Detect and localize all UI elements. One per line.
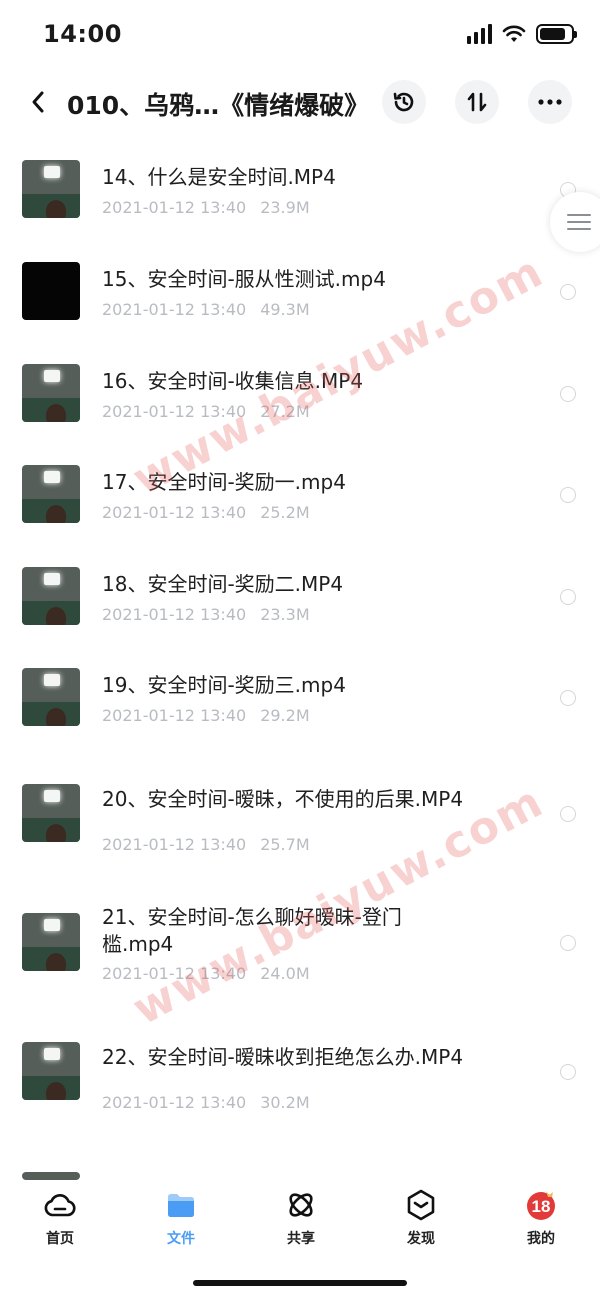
tab-label: 共享 [287, 1231, 315, 1247]
video-thumbnail [22, 465, 80, 523]
page-title: 010、乌鸦…《情绪爆破》 [67, 91, 370, 120]
status-time: 14:00 [43, 20, 122, 48]
file-date: 2021-01-12 13:40 [102, 198, 247, 217]
select-radio[interactable] [560, 935, 576, 951]
discover-icon [407, 1189, 435, 1221]
tab-label: 首页 [46, 1231, 74, 1247]
video-thumbnail [22, 262, 80, 320]
side-menu-handle[interactable] [550, 192, 600, 252]
cloud-icon [44, 1194, 76, 1217]
file-name: 20、安全时间-暧昧，不使用的后果.MP4 [102, 787, 464, 811]
file-meta: 2021-01-12 13:40 23.9M [102, 198, 310, 217]
tab-label: 我的 [527, 1231, 555, 1247]
file-meta: 2021-01-12 13:40 24.0M [102, 964, 310, 983]
file-meta: 2021-01-12 13:40 27.2M [102, 402, 310, 421]
video-thumbnail [22, 160, 80, 218]
select-radio[interactable] [560, 1064, 576, 1080]
history-button[interactable] [382, 80, 426, 124]
select-radio[interactable] [560, 690, 576, 706]
sort-icon [467, 92, 487, 112]
file-size: 25.7M [260, 835, 310, 854]
file-name: 18、安全时间-奖励二.MP4 [102, 572, 344, 596]
file-meta: 2021-01-12 13:40 49.3M [102, 300, 310, 319]
more-button[interactable] [528, 80, 572, 124]
file-date: 2021-01-12 13:40 [102, 1093, 247, 1112]
file-name: 16、安全时间-收集信息.MP4 [102, 369, 364, 393]
select-radio[interactable] [560, 806, 576, 822]
file-meta: 2021-01-12 13:40 25.2M [102, 503, 310, 522]
video-thumbnail [22, 913, 80, 971]
profile-badge-text: 18 [532, 1197, 551, 1216]
tab-discover[interactable]: 发现 [381, 1188, 461, 1248]
status-bar: 14:00 [0, 0, 600, 70]
file-meta: 2021-01-12 13:40 29.2M [102, 706, 310, 725]
select-radio[interactable] [560, 589, 576, 605]
tab-home[interactable]: 首页 [20, 1188, 100, 1248]
file-meta: 2021-01-12 13:40 23.3M [102, 605, 310, 624]
file-date: 2021-01-12 13:40 [102, 835, 247, 854]
file-name: 22、安全时间-暧昧收到拒绝怎么办.MP4 [102, 1045, 464, 1069]
file-size: 25.2M [260, 503, 310, 522]
file-date: 2021-01-12 13:40 [102, 402, 247, 421]
status-icons [467, 24, 577, 44]
wifi-icon [502, 25, 526, 42]
sort-button[interactable] [455, 80, 499, 124]
video-thumbnail [22, 567, 80, 625]
file-name: 21、安全时间-怎么聊好暧昧-登门槛.mp4 [102, 905, 402, 956]
video-thumbnail [22, 1042, 80, 1100]
select-radio[interactable] [560, 284, 576, 300]
hamburger-icon [567, 209, 591, 235]
file-date: 2021-01-12 13:40 [102, 706, 247, 725]
home-indicator [193, 1280, 407, 1286]
battery-icon [536, 24, 577, 44]
chevron-left-icon [32, 91, 44, 113]
file-size: 23.3M [260, 605, 310, 624]
file-name: 15、安全时间-服从性测试.mp4 [102, 267, 386, 291]
file-meta: 2021-01-12 13:40 25.7M [102, 835, 310, 854]
video-thumbnail [22, 1172, 80, 1180]
share-atom-icon [289, 1193, 313, 1217]
cellular-signal-icon [467, 24, 492, 44]
file-size: 23.9M [260, 198, 310, 217]
tab-label: 文件 [167, 1231, 195, 1247]
more-dots-icon [538, 99, 562, 105]
file-meta: 2021-01-12 13:40 30.2M [102, 1093, 310, 1112]
header: 010、乌鸦…《情绪爆破》 [0, 72, 600, 132]
select-radio[interactable] [560, 487, 576, 503]
tab-profile[interactable]: 18 我的 [501, 1188, 581, 1248]
file-size: 30.2M [260, 1093, 310, 1112]
video-thumbnail [22, 668, 80, 726]
video-thumbnail [22, 784, 80, 842]
file-size: 29.2M [260, 706, 310, 725]
tab-label: 发现 [407, 1231, 435, 1247]
tab-files[interactable]: 文件 [141, 1188, 221, 1248]
tab-share[interactable]: 共享 [261, 1188, 341, 1248]
file-size: 49.3M [260, 300, 310, 319]
back-button[interactable] [22, 84, 54, 120]
folder-icon [168, 1194, 194, 1217]
file-size: 27.2M [260, 402, 310, 421]
file-name: 17、安全时间-奖励一.mp4 [102, 470, 346, 494]
file-date: 2021-01-12 13:40 [102, 300, 247, 319]
video-thumbnail [22, 364, 80, 422]
history-icon [393, 92, 414, 112]
file-date: 2021-01-12 13:40 [102, 605, 247, 624]
file-name: 19、安全时间-奖励三.mp4 [102, 673, 346, 697]
select-radio[interactable] [560, 386, 576, 402]
file-name: 14、什么是安全时间.MP4 [102, 165, 336, 189]
file-size: 24.0M [260, 964, 310, 983]
file-date: 2021-01-12 13:40 [102, 503, 247, 522]
profile-badge-icon: 18 [527, 1191, 555, 1220]
file-date: 2021-01-12 13:40 [102, 964, 247, 983]
